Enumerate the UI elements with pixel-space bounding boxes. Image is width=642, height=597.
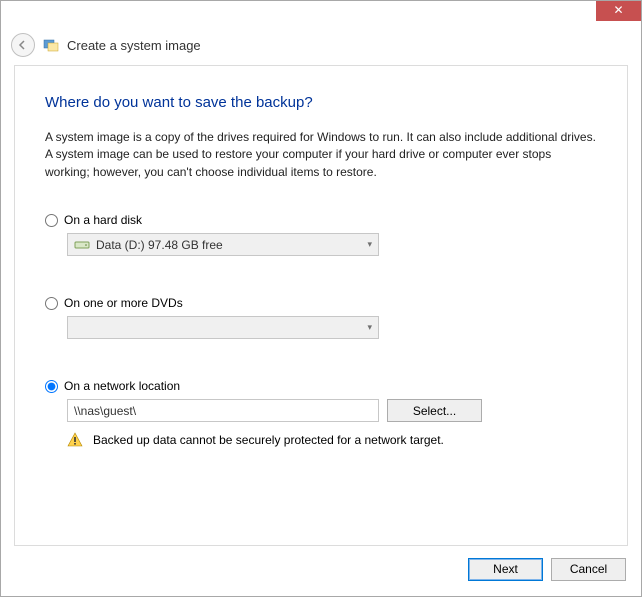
wizard-title: Create a system image: [67, 38, 201, 53]
radio-hard-disk[interactable]: [45, 214, 58, 227]
select-button[interactable]: Select...: [387, 399, 482, 422]
radio-dvds-label: On one or more DVDs: [64, 296, 183, 310]
cancel-button[interactable]: Cancel: [551, 558, 626, 581]
network-path-input[interactable]: \\nas\guest\: [67, 399, 379, 422]
system-image-icon: [43, 37, 59, 53]
network-warning: Backed up data cannot be securely protec…: [67, 432, 597, 448]
content-panel: Where do you want to save the backup? A …: [14, 65, 628, 546]
radio-network-label: On a network location: [64, 379, 180, 393]
network-warning-text: Backed up data cannot be securely protec…: [93, 433, 444, 447]
close-button[interactable]: ✕: [596, 1, 641, 21]
hard-disk-selected: Data (D:) 97.48 GB free: [96, 238, 223, 252]
radio-dvds[interactable]: [45, 297, 58, 310]
radio-network[interactable]: [45, 380, 58, 393]
next-button[interactable]: Next: [468, 558, 543, 581]
drive-icon: [74, 239, 90, 251]
chevron-down-icon: ▾: [367, 322, 372, 333]
chevron-down-icon: ▾: [367, 239, 372, 250]
radio-hard-disk-row[interactable]: On a hard disk: [45, 213, 597, 227]
option-hard-disk: On a hard disk Data (D:) 97.48 GB free ▾: [45, 213, 597, 256]
network-path-value: \\nas\guest\: [74, 404, 136, 418]
radio-hard-disk-label: On a hard disk: [64, 213, 142, 227]
back-button[interactable]: [11, 33, 35, 57]
radio-network-row[interactable]: On a network location: [45, 379, 597, 393]
titlebar: ✕: [1, 1, 641, 29]
back-arrow-icon: [17, 39, 29, 51]
page-description: A system image is a copy of the drives r…: [45, 129, 597, 181]
page-heading: Where do you want to save the backup?: [45, 94, 597, 111]
hard-disk-dropdown[interactable]: Data (D:) 97.48 GB free ▾: [67, 233, 379, 256]
warning-icon: [67, 432, 83, 448]
radio-dvds-row[interactable]: On one or more DVDs: [45, 296, 597, 310]
wizard-header: Create a system image: [1, 29, 641, 61]
option-network: On a network location \\nas\guest\ Selec…: [45, 379, 597, 448]
option-dvds: On one or more DVDs ▾: [45, 296, 597, 339]
footer: Next Cancel: [14, 552, 628, 586]
dvds-dropdown[interactable]: ▾: [67, 316, 379, 339]
